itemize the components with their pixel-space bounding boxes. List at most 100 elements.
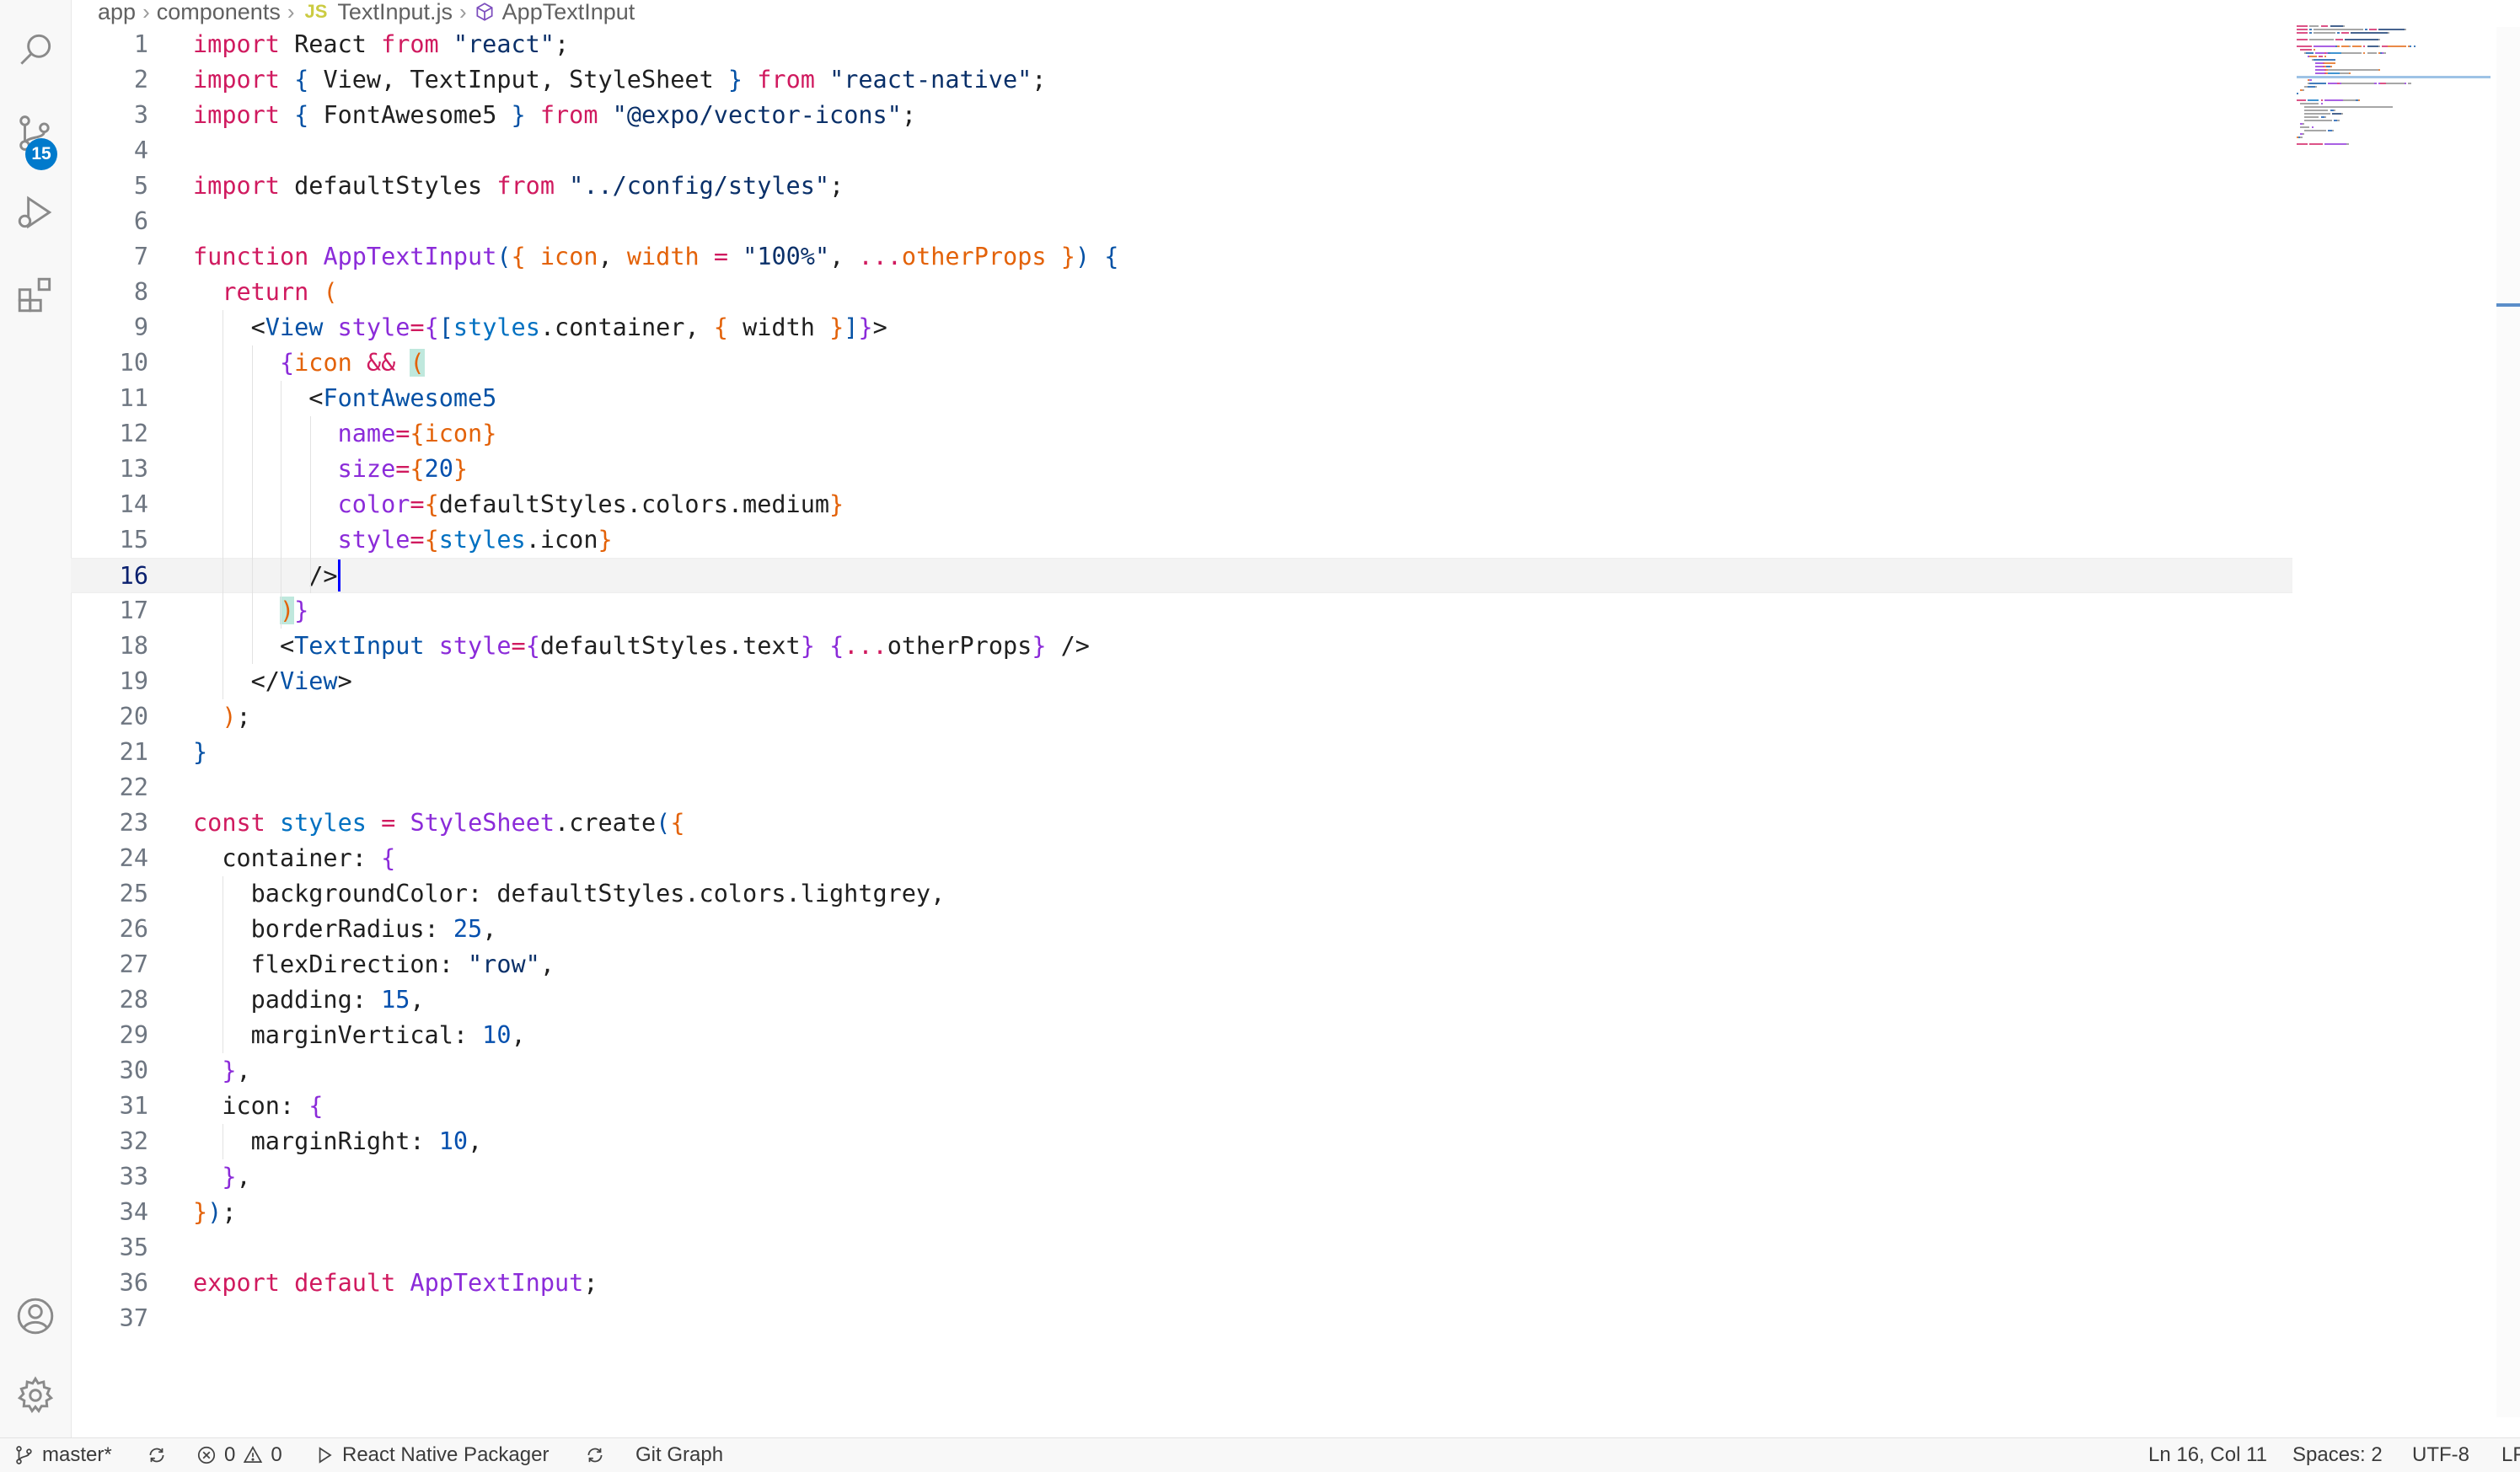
code-text: name={icon} bbox=[193, 416, 497, 452]
breadcrumb-item-app[interactable]: app bbox=[98, 0, 136, 25]
code-line[interactable]: 28 padding: 15, bbox=[71, 982, 2292, 1018]
minimap-line bbox=[2308, 86, 2315, 88]
chevron-right-icon: › bbox=[459, 0, 467, 24]
minimap-line bbox=[2345, 39, 2378, 40]
react-native-packager-button[interactable]: React Native Packager bbox=[314, 1438, 549, 1472]
code-token: { bbox=[424, 490, 439, 518]
code-line[interactable]: 23 const styles = StyleSheet.create({ bbox=[71, 806, 2292, 841]
minimap-line bbox=[2297, 39, 2308, 40]
code-line[interactable]: 24 container: { bbox=[71, 841, 2292, 876]
code-token: marginRight: bbox=[193, 1127, 439, 1155]
code-line[interactable]: 34}); bbox=[71, 1195, 2292, 1230]
extensions-icon[interactable] bbox=[0, 260, 71, 330]
code-line[interactable]: 21} bbox=[71, 735, 2292, 770]
code-text: borderRadius: 25, bbox=[193, 912, 497, 947]
refresh-button[interactable] bbox=[584, 1438, 613, 1472]
git-graph-button[interactable]: Git Graph bbox=[635, 1438, 723, 1472]
encoding-setting[interactable]: UTF-8 bbox=[2412, 1438, 2469, 1472]
code-line[interactable]: 33 }, bbox=[71, 1159, 2292, 1195]
code-line[interactable]: 16 /> bbox=[71, 558, 2292, 593]
line-number: 37 bbox=[119, 1304, 148, 1332]
code-line[interactable]: 35 bbox=[71, 1230, 2292, 1266]
minimap[interactable] bbox=[2297, 25, 2491, 160]
minimap-line bbox=[2340, 113, 2343, 115]
code-line[interactable]: 9 <View style={[styles.container, { widt… bbox=[71, 310, 2292, 345]
code-line[interactable]: 18 <TextInput style={defaultStyles.text}… bbox=[71, 629, 2292, 664]
code-line[interactable]: 26 borderRadius: 25, bbox=[71, 912, 2292, 947]
search-icon[interactable] bbox=[0, 15, 71, 86]
code-token: export bbox=[193, 1269, 280, 1297]
code-token: { bbox=[424, 526, 439, 554]
line-number: 3 bbox=[133, 101, 148, 129]
code-token: } bbox=[511, 101, 526, 129]
code-line[interactable]: 6 bbox=[71, 204, 2292, 239]
vertical-scrollbar[interactable] bbox=[2496, 27, 2520, 1417]
code-token: [ bbox=[438, 313, 453, 341]
breadcrumb-item-file[interactable]: TextInput.js bbox=[337, 0, 453, 25]
code-line[interactable]: 27 flexDirection: "row", bbox=[71, 947, 2292, 982]
code-line[interactable]: 30 }, bbox=[71, 1053, 2292, 1089]
code-line[interactable]: 31 icon: { bbox=[71, 1089, 2292, 1124]
breadcrumb-item-components[interactable]: components bbox=[157, 0, 281, 25]
code-token: icon bbox=[424, 420, 483, 447]
code-token: color bbox=[337, 490, 410, 518]
code-line[interactable]: 17 )} bbox=[71, 593, 2292, 629]
code-line[interactable]: 15 style={styles.icon} bbox=[71, 522, 2292, 558]
code-line[interactable]: 3 import { FontAwesome5 } from "@expo/vec… bbox=[71, 98, 2292, 133]
line-number: 24 bbox=[119, 844, 148, 872]
minimap-line bbox=[2368, 29, 2377, 30]
code-text: const styles = StyleSheet.create({ bbox=[193, 806, 684, 841]
code-line[interactable]: 37 bbox=[71, 1301, 2292, 1336]
code-token: ) bbox=[1075, 243, 1091, 270]
code-line[interactable]: 22 bbox=[71, 770, 2292, 806]
code-line[interactable]: 13 size={20} bbox=[71, 452, 2292, 487]
code-line[interactable]: 8 return ( bbox=[71, 275, 2292, 310]
code-token: , bbox=[511, 1021, 526, 1049]
settings-gear-icon[interactable] bbox=[0, 1360, 71, 1431]
branch-status[interactable]: master* bbox=[13, 1438, 112, 1472]
indentation-setting[interactable]: Spaces: 2 bbox=[2292, 1438, 2383, 1472]
code-token: borderRadius: bbox=[193, 915, 453, 943]
problems-status[interactable]: 0 0 bbox=[196, 1438, 282, 1472]
code-line[interactable]: 36 export default AppTextInput; bbox=[71, 1266, 2292, 1301]
code-token: 20 bbox=[424, 455, 453, 483]
code-line[interactable]: 25 backgroundColor: defaultStyles.colors… bbox=[71, 876, 2292, 912]
code-text: ); bbox=[193, 699, 250, 735]
cursor-position[interactable]: Ln 16, Col 11 bbox=[2148, 1438, 2267, 1472]
code-token: ; bbox=[829, 172, 844, 200]
code-text: style={styles.icon} bbox=[193, 522, 613, 558]
sync-button[interactable] bbox=[146, 1438, 174, 1472]
line-number: 26 bbox=[119, 915, 148, 943]
code-line[interactable]: 2 import { View, TextInput, StyleSheet } … bbox=[71, 62, 2292, 98]
code-line[interactable]: 11 <FontAwesome5 bbox=[71, 381, 2292, 416]
code-line[interactable]: 12 name={icon} bbox=[71, 416, 2292, 452]
code-line[interactable]: 32 marginRight: 10, bbox=[71, 1124, 2292, 1159]
code-line[interactable]: 19 </View> bbox=[71, 664, 2292, 699]
code-line[interactable]: 20 ); bbox=[71, 699, 2292, 735]
run-debug-icon[interactable] bbox=[0, 177, 71, 248]
code-line[interactable]: 7 function AppTextInput({ icon, width = "… bbox=[71, 239, 2292, 275]
code-token: "@expo/vector-icons" bbox=[612, 101, 902, 129]
code-token: style bbox=[438, 632, 512, 660]
line-number: 1 bbox=[133, 30, 148, 58]
code-token: 10 bbox=[438, 1127, 469, 1155]
code-line[interactable]: 5 import defaultStyles from "../config/st… bbox=[71, 169, 2292, 204]
indent-guide bbox=[309, 416, 311, 593]
code-line[interactable]: 10 {icon && ( bbox=[71, 345, 2292, 381]
code-line[interactable]: 4 bbox=[71, 133, 2292, 169]
line-number: 4 bbox=[133, 136, 148, 164]
eol-setting[interactable]: LF bbox=[2501, 1438, 2520, 1472]
source-control-icon[interactable]: 15 bbox=[0, 98, 71, 170]
code-line[interactable]: 1 import React from "react"; bbox=[71, 27, 2292, 62]
code-line[interactable]: 14 color={defaultStyles.colors.medium} bbox=[71, 487, 2292, 522]
minimap-line bbox=[2297, 25, 2308, 27]
account-icon[interactable] bbox=[0, 1281, 71, 1352]
code-editor[interactable]: 1 import React from "react"; 2 import { Vie… bbox=[71, 27, 2292, 1417]
breadcrumb-item-symbol[interactable]: AppTextInput bbox=[502, 0, 635, 25]
code-line[interactable]: 29 marginVertical: 10, bbox=[71, 1018, 2292, 1053]
